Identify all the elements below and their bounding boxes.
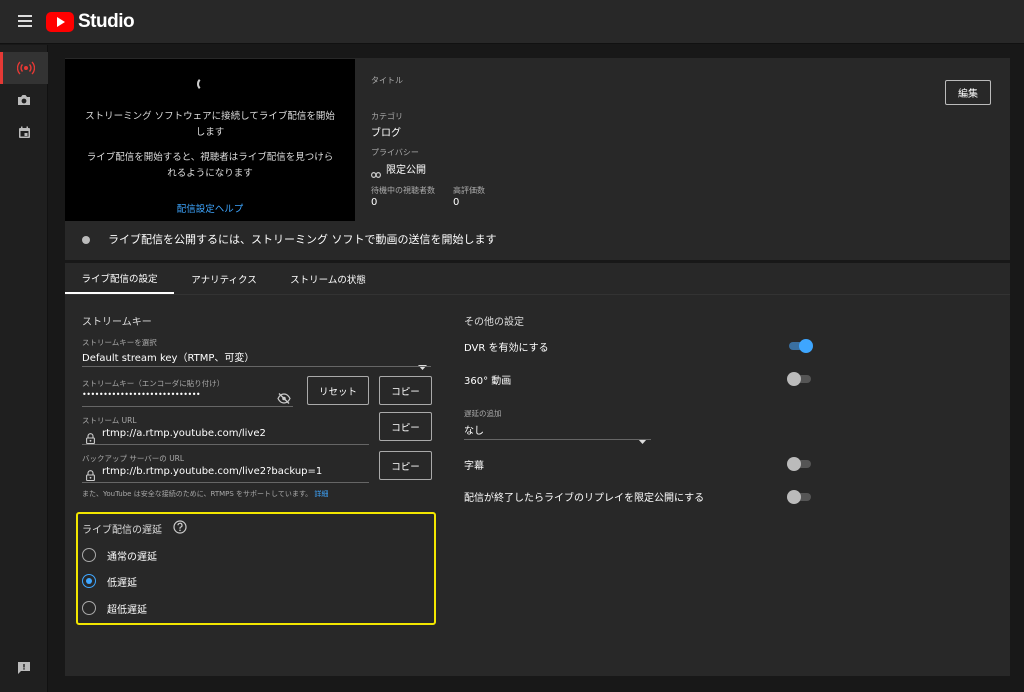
stream-key-input[interactable]: ••••••••••••••••••••••••••••: [82, 390, 201, 399]
title-label: タイトル: [371, 76, 403, 85]
top-bar: [0, 0, 1024, 44]
tab-bar-border: [65, 294, 1010, 295]
lock-icon: [86, 429, 95, 445]
reset-button[interactable]: リセット: [307, 376, 369, 405]
delay-underline: [464, 439, 651, 440]
studio-logo[interactable]: Studio: [46, 10, 135, 34]
privacy-value: 限定公開: [386, 165, 426, 176]
delay-label: 遅延の追加: [464, 409, 502, 418]
category-value: ブログ: [371, 128, 401, 139]
stream-url-label: ストリーム URL: [82, 416, 137, 425]
latency-low-label[interactable]: 低遅延: [107, 574, 137, 589]
rtmps-details-link[interactable]: 詳細: [314, 490, 328, 498]
status-text: ライブ配信を公開するには、ストリーミング ソフトで動画の送信を開始します: [108, 233, 497, 246]
latency-normal-label[interactable]: 通常の遅延: [107, 548, 157, 563]
backup-url-underline: [82, 482, 369, 483]
preview-line-4: れるようになります: [167, 168, 253, 179]
help-icon[interactable]: [173, 519, 187, 538]
loading-spinner-icon: [197, 77, 211, 91]
status-dot-icon: [82, 236, 90, 244]
likes-label: 高評価数: [453, 186, 485, 195]
360-video-toggle[interactable]: [787, 372, 813, 386]
stream-key-select[interactable]: Default stream key（RTMP、可変）: [82, 349, 254, 364]
category-label: カテゴリ: [371, 112, 403, 121]
stream-key-underline: [82, 406, 293, 407]
link-icon: [371, 163, 381, 182]
delay-select[interactable]: なし: [464, 422, 484, 437]
stream-settings-help-link[interactable]: 配信設定ヘルプ: [177, 204, 244, 215]
tab-analytics[interactable]: アナリティクス: [180, 263, 268, 294]
preview-line-2: します: [195, 127, 225, 138]
tab-stream-settings[interactable]: ライブ配信の設定: [65, 263, 174, 294]
tab-stream-health[interactable]: ストリームの状態: [280, 263, 376, 294]
360-video-label: 360° 動画: [464, 376, 512, 387]
latency-low-radio[interactable]: [82, 574, 96, 588]
stream-url-underline: [82, 444, 369, 445]
dvr-toggle[interactable]: [787, 339, 813, 353]
logo-text: Studio: [78, 11, 135, 32]
lock-icon: [86, 466, 95, 482]
likes-value: 0: [453, 197, 460, 208]
latency-normal-radio[interactable]: [82, 548, 96, 562]
replay-unlisted-toggle[interactable]: [787, 490, 813, 504]
preview-line-1: ストリーミング ソフトウェアに接続してライブ配信を開始: [85, 111, 335, 122]
youtube-logo-icon: [46, 12, 74, 32]
latency-ultra-low-radio[interactable]: [82, 601, 96, 615]
select-underline: [82, 366, 431, 367]
stream-url-input[interactable]: rtmp://a.rtmp.youtube.com/live2: [102, 428, 266, 439]
edit-button[interactable]: 編集: [945, 80, 991, 105]
live-icon[interactable]: [0, 52, 48, 84]
captions-label: 字幕: [464, 461, 484, 472]
stream-key-select-label: ストリームキーを選択: [82, 338, 157, 347]
other-settings-title: その他の設定: [464, 317, 524, 328]
camera-icon[interactable]: [0, 84, 48, 116]
dvr-label: DVR を有効にする: [464, 343, 549, 354]
backup-url-input[interactable]: rtmp://b.rtmp.youtube.com/live2?backup=1: [102, 466, 322, 477]
copy-url-button[interactable]: コピー: [379, 412, 432, 441]
privacy-label: プライバシー: [371, 148, 419, 157]
feedback-icon[interactable]: [0, 652, 48, 684]
captions-toggle[interactable]: [787, 457, 813, 471]
hamburger-menu-icon[interactable]: [16, 12, 36, 32]
stream-key-section-title: ストリームキー: [82, 317, 152, 328]
backup-url-label: バックアップ サーバーの URL: [82, 454, 185, 463]
rtmps-note: また、YouTube は安全な接続のために、RTMPS をサポートしています。 …: [82, 489, 328, 499]
replay-unlisted-label: 配信が終了したらライブのリプレイを限定公開にする: [464, 493, 705, 504]
chevron-down-icon[interactable]: [418, 355, 427, 374]
stream-key-label: ストリームキー（エンコーダに貼り付け）: [82, 379, 225, 388]
preview-line-3: ライブ配信を開始すると、視聴者はライブ配信を見つけら: [86, 152, 334, 163]
copy-key-button[interactable]: コピー: [379, 376, 432, 405]
waiting-viewers-value: 0: [371, 197, 378, 208]
copy-backup-url-button[interactable]: コピー: [379, 451, 432, 480]
waiting-viewers-label: 待機中の視聴者数: [371, 186, 435, 195]
latency-ultra-low-label[interactable]: 超低遅延: [107, 601, 147, 616]
left-rail: [0, 45, 48, 692]
rtmps-note-text: また、YouTube は安全な接続のために、RTMPS をサポートしています。: [82, 490, 313, 498]
calendar-icon[interactable]: [0, 116, 48, 148]
latency-title: ライブ配信の遅延: [82, 525, 162, 536]
